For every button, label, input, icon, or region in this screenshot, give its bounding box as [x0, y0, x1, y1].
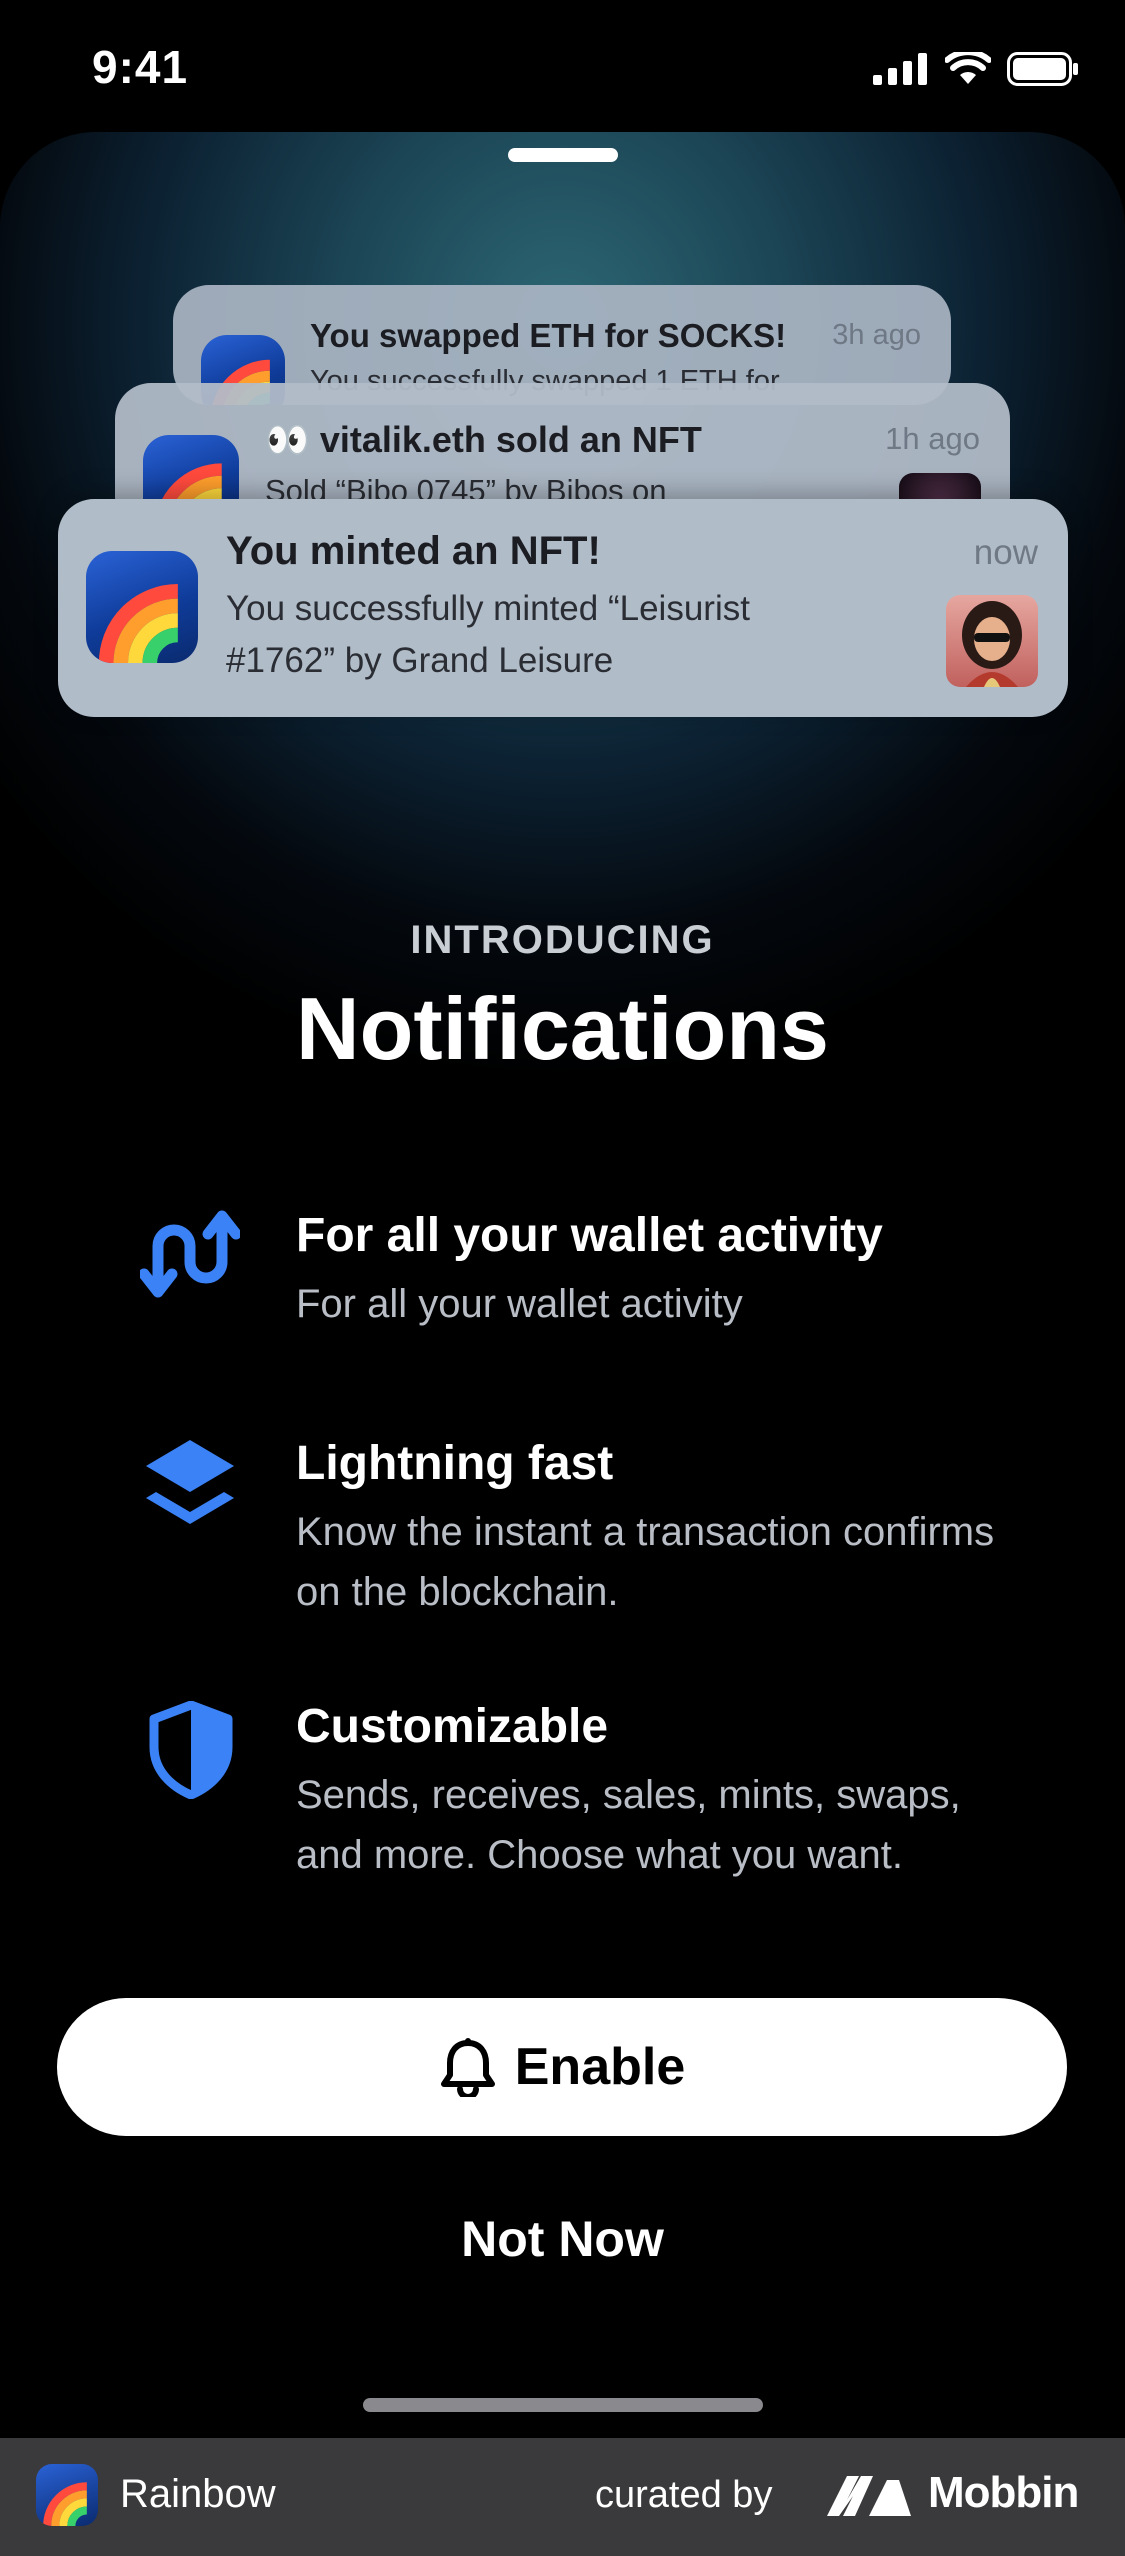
rainbow-app-icon [36, 2464, 98, 2526]
notification-time: 3h ago [832, 319, 921, 351]
notification-time: now [973, 533, 1038, 572]
layers-icon [146, 1440, 234, 1524]
notification-title: You minted an NFT! [226, 529, 601, 573]
page-title: Notifications [296, 979, 829, 1078]
footer-brand: Mobbin [928, 2468, 1079, 2517]
footer-bar: Rainbow curated by Mobbin [0, 2438, 1125, 2556]
nft-thumbnail [946, 595, 1038, 687]
feature-title: Customizable [296, 1700, 609, 1753]
wifi-icon [945, 52, 991, 84]
enable-button-label: Enable [514, 2038, 686, 2096]
intro-eyebrow: INTRODUCING [410, 918, 715, 962]
signal-icon [873, 53, 927, 85]
notification-title: You swapped ETH for SOCKS! [310, 317, 787, 354]
home-indicator[interactable] [363, 2398, 763, 2412]
arrows-swap-icon [140, 1210, 240, 1298]
footer-curated-by: curated by [595, 2474, 773, 2516]
feature-desc: For all your wallet activity [296, 1282, 743, 1326]
enable-button[interactable]: Enable [57, 1998, 1067, 2136]
feature-desc: Know the instant a transaction confirms … [296, 1510, 995, 1614]
rainbow-app-icon [86, 551, 198, 663]
notification-title: vitalik.eth sold an NFT [319, 419, 702, 460]
status-time: 9:41 [92, 41, 189, 93]
feature-title: For all your wallet activity [296, 1209, 883, 1262]
status-bar: 9:41 [0, 0, 1125, 130]
notification-mint: You minted an NFT! You successfully mint… [58, 499, 1068, 717]
notification-body-line2: #1762” by Grand Leisure [226, 641, 614, 680]
feature-desc: Sends, receives, sales, mints, swaps, an… [296, 1773, 961, 1877]
notification-body-line1: You successfully minted “Leisurist [226, 589, 750, 628]
bell-icon [440, 2038, 495, 2097]
mobbin-logo-icon [827, 2476, 911, 2516]
eyes-emoji: 👀 [265, 419, 310, 460]
notification-time: 1h ago [885, 421, 980, 456]
sheet-grabber[interactable] [508, 148, 618, 162]
status-icons [873, 52, 1079, 86]
battery-icon [1007, 52, 1078, 86]
not-now-button[interactable]: Not Now [0, 2210, 1125, 2268]
feature-title: Lightning fast [296, 1437, 614, 1490]
shield-icon [149, 1701, 233, 1799]
footer-app-name: Rainbow [120, 2472, 276, 2516]
